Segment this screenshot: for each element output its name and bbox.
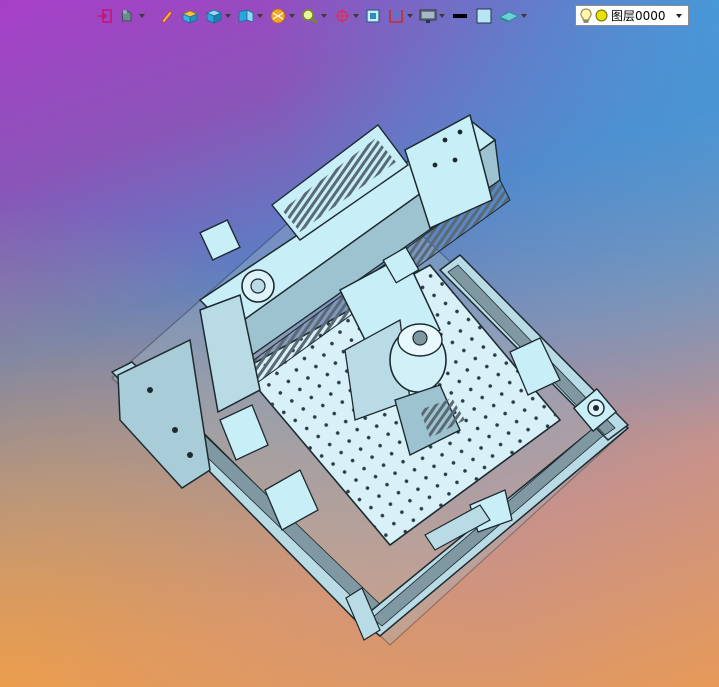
- display-mode-icon: [121, 10, 132, 22]
- layer-name: 图层0000: [611, 9, 666, 23]
- box-section-icon: [181, 10, 199, 24]
- line-color-icon: [453, 14, 467, 18]
- chevron-down-icon: [257, 14, 263, 18]
- pan-rotate-icon: [335, 9, 349, 23]
- layer-selector[interactable]: 图层0000: [575, 5, 689, 26]
- pan-rotate-button[interactable]: [332, 5, 360, 27]
- render-style-button[interactable]: [268, 5, 296, 27]
- section-plane-button[interactable]: [386, 5, 414, 27]
- zoom-button[interactable]: [300, 5, 328, 27]
- chevron-down-icon: [139, 14, 145, 18]
- sketch-pencil-button[interactable]: [158, 5, 176, 27]
- section-plane-icon: [389, 10, 403, 23]
- monitor-display-icon: [419, 9, 437, 23]
- fill-color-button[interactable]: [474, 5, 494, 27]
- chevron-down-icon: [225, 14, 231, 18]
- lightbulb-icon: [580, 7, 592, 23]
- chevron-down-icon: [289, 14, 295, 18]
- view-orientation-button[interactable]: [236, 5, 264, 27]
- chevron-down-icon: [407, 14, 413, 18]
- line-color-button[interactable]: [450, 5, 470, 27]
- chevron-down-icon: [521, 14, 527, 18]
- box-section-button[interactable]: [180, 5, 200, 27]
- display-mode-button[interactable]: [118, 5, 146, 27]
- chevron-down-icon: [353, 14, 359, 18]
- layer-status-icon: [595, 9, 608, 22]
- chevron-down-icon: [321, 14, 327, 18]
- surface-style-button[interactable]: [498, 5, 528, 27]
- cube-view-icon: [205, 9, 223, 24]
- render-style-icon: [270, 8, 286, 24]
- exit-sketch-button[interactable]: [96, 5, 114, 27]
- cnc-machine-model: [110, 113, 630, 646]
- 3d-viewport[interactable]: 图层0000: [0, 0, 719, 687]
- fit-view-button[interactable]: [364, 5, 382, 27]
- fit-view-icon: [366, 9, 380, 23]
- chevron-down-icon: [439, 14, 445, 18]
- monitor-display-button[interactable]: [418, 5, 446, 27]
- chevron-down-icon[interactable]: [676, 13, 682, 18]
- surface-style-icon: [499, 11, 519, 23]
- view-orientation-icon: [238, 9, 254, 23]
- cube-view-button[interactable]: [204, 5, 232, 27]
- zoom-icon: [302, 9, 318, 24]
- pencil-icon: [161, 10, 173, 24]
- fill-color-icon: [476, 8, 492, 24]
- view-toolbar: [96, 4, 528, 28]
- exit-sketch-icon: [98, 9, 112, 23]
